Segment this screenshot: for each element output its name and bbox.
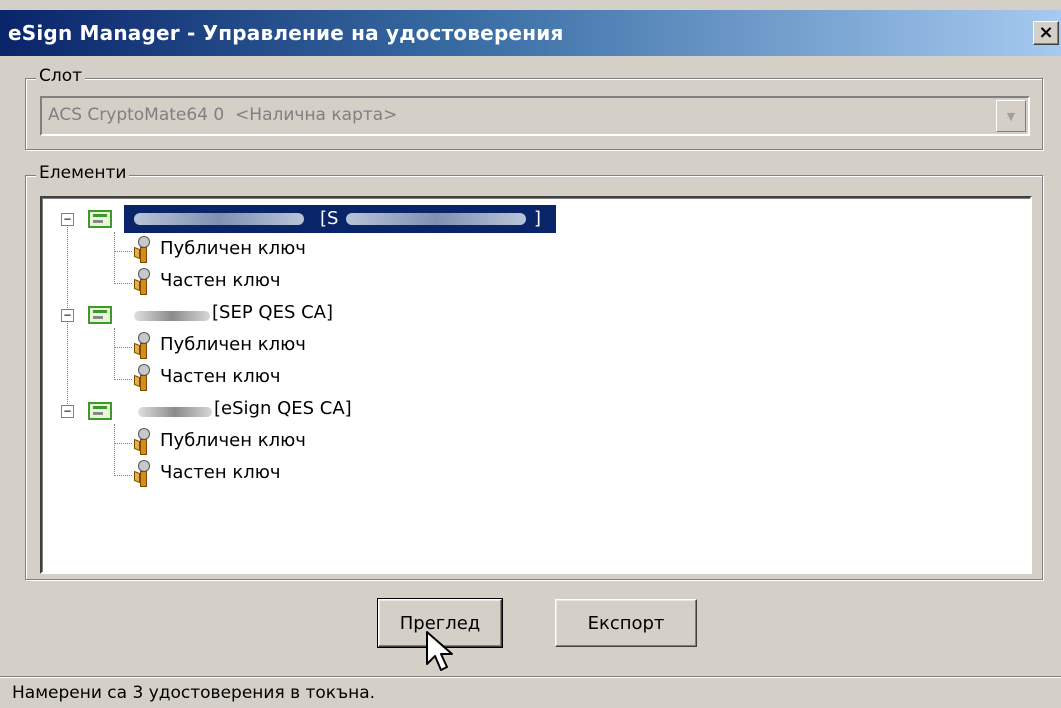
redacted-name — [134, 311, 210, 321]
slot-group-label: Слот — [36, 66, 86, 86]
slot-group: Слот ACS CryptoMate64 0 <Налична карта> … — [25, 66, 1043, 150]
tree-item-private-key[interactable]: Частен ключ — [160, 462, 280, 483]
tree-item-certificate[interactable]: [eSign QES CA] — [214, 398, 352, 419]
tree-line — [114, 232, 115, 284]
tree-line — [114, 347, 132, 348]
key-icon — [134, 268, 152, 296]
redacted-name — [138, 407, 212, 417]
collapse-toggle[interactable]: − — [61, 405, 74, 418]
key-icon — [134, 364, 152, 392]
redacted-issuer — [346, 213, 526, 225]
tree-line — [114, 424, 115, 476]
title-bar: eSign Manager - Управление на удостовере… — [0, 10, 1061, 56]
tree-item-public-key[interactable]: Публичен ключ — [160, 238, 306, 259]
chevron-down-icon: ▼ — [1006, 109, 1016, 123]
key-icon — [134, 428, 152, 456]
tree-line — [114, 251, 132, 252]
certificate-issuer: [S — [320, 208, 339, 229]
certificate-issuer-end: ] — [534, 208, 542, 229]
status-bar: Намерени са 3 удостоверения в токъна. — [0, 676, 1061, 708]
slot-dropdown-button[interactable]: ▼ — [996, 100, 1026, 132]
mouse-pointer-icon — [426, 631, 453, 671]
key-icon — [134, 332, 152, 360]
tree-line — [114, 475, 132, 476]
tree-line — [114, 328, 115, 380]
collapse-toggle[interactable]: − — [61, 213, 74, 226]
tree-line — [114, 443, 132, 444]
collapse-toggle[interactable]: − — [61, 309, 74, 322]
tree-item-public-key[interactable]: Публичен ключ — [160, 430, 306, 451]
tree-line — [114, 379, 132, 380]
certificate-icon — [88, 402, 112, 420]
key-icon — [134, 460, 152, 488]
certificate-icon — [88, 210, 112, 228]
certificate-icon — [88, 306, 112, 324]
elements-group-label: Елементи — [36, 163, 130, 183]
redacted-name — [134, 213, 304, 225]
close-icon: × — [1038, 22, 1054, 43]
slot-select-value: ACS CryptoMate64 0 <Налична карта> — [48, 105, 398, 125]
slot-select[interactable]: ACS CryptoMate64 0 <Налична карта> ▼ — [40, 96, 1030, 136]
close-button[interactable]: × — [1033, 21, 1059, 45]
tree-item-certificate[interactable]: [S ] — [124, 205, 556, 233]
window-title: eSign Manager - Управление на удостовере… — [8, 21, 564, 45]
elements-tree[interactable]: − [S ] Публичен ключ Частен ключ − [SEP … — [40, 196, 1032, 574]
export-button[interactable]: Експорт — [555, 599, 697, 647]
key-icon — [134, 236, 152, 264]
tree-item-private-key[interactable]: Частен ключ — [160, 270, 280, 291]
tree-line — [114, 283, 132, 284]
tree-item-private-key[interactable]: Частен ключ — [160, 366, 280, 387]
status-text: Намерени са 3 удостоверения в токъна. — [12, 682, 376, 703]
tree-item-public-key[interactable]: Публичен ключ — [160, 334, 306, 355]
elements-group: Елементи − [S ] Публичен ключ Частен клю… — [25, 163, 1043, 580]
tree-item-certificate[interactable]: [SEP QES CA] — [212, 302, 333, 323]
